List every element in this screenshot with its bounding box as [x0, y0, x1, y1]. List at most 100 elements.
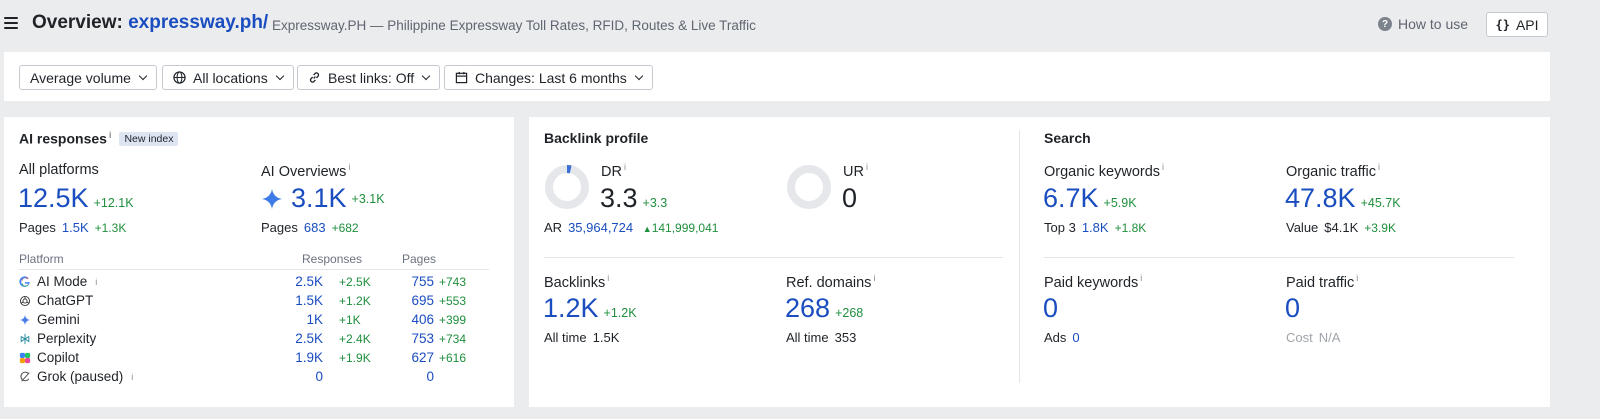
platform-row-gemini[interactable]: Gemini 1K +1K 406 +399 [19, 312, 499, 331]
organic-traffic-value: 47.8K [1285, 183, 1356, 213]
organic-traffic-delta: +45.7K [1360, 196, 1401, 210]
platform-label: Grok (paused) [37, 369, 124, 384]
info-icon[interactable]: i [1140, 273, 1142, 283]
pages-value[interactable]: 753 [411, 331, 434, 346]
paid-keywords-value[interactable]: 0 [1043, 293, 1058, 324]
pages-value[interactable]: 627 [411, 350, 434, 365]
pages-value[interactable]: 0 [426, 369, 434, 384]
platform-label: Copilot [37, 350, 80, 365]
info-icon[interactable]: i [624, 162, 626, 172]
backlinks-value: 1.2K [543, 293, 599, 323]
ar-value[interactable]: 35,964,724 [568, 220, 633, 235]
how-to-use-label: How to use [1398, 16, 1469, 32]
copilot-icon [19, 352, 31, 363]
all-platforms-value: 12.5K [18, 183, 89, 213]
link-icon [309, 72, 320, 83]
backlinks-metric[interactable]: 1.2K +1.2K [543, 293, 637, 324]
title-prefix: Overview: [32, 12, 123, 33]
organic-keywords-delta: +5.9K [1103, 196, 1137, 210]
ai-overviews-delta: +3.1K [351, 191, 385, 206]
responses-value[interactable]: 0 [315, 369, 323, 384]
platform-label: Perplexity [37, 331, 97, 346]
responses-value[interactable]: 2.5K [295, 274, 323, 289]
menu-hamburger-icon[interactable] [4, 17, 18, 29]
platform-row-perplexity[interactable]: Perplexity 2.5K +2.4K 753 +734 [19, 331, 499, 350]
responses-delta: +1K [339, 313, 361, 327]
paid-traffic-value[interactable]: 0 [1285, 293, 1300, 324]
organic-traffic-metric[interactable]: 47.8K +45.7K [1285, 183, 1401, 214]
pages-delta: +553 [439, 294, 467, 308]
organic-keywords-metric[interactable]: 6.7K +5.9K [1043, 183, 1137, 214]
info-icon[interactable]: i [866, 162, 868, 172]
info-icon[interactable]: i [131, 372, 133, 382]
title-domain-link[interactable]: expressway.ph/ [128, 12, 268, 33]
platform-row-grok[interactable]: Grok (paused) i 0 0 [19, 369, 499, 388]
platform-row-copilot[interactable]: Copilot 1.9K +1.9K 627 +616 [19, 350, 499, 369]
ur-value[interactable]: 0 [842, 183, 857, 214]
info-icon[interactable]: i [873, 273, 875, 283]
ref-domains-metric[interactable]: 268 +268 [785, 293, 863, 324]
info-icon[interactable]: i [1378, 162, 1380, 172]
platform-column-header: Platform [19, 252, 64, 266]
pages-value[interactable]: 695 [411, 293, 434, 308]
google-icon [19, 275, 30, 287]
how-to-use-link[interactable]: ? How to use [1378, 16, 1468, 32]
info-icon[interactable]: i [1356, 273, 1358, 283]
calendar-icon [455, 71, 468, 84]
pages-value[interactable]: 406 [411, 312, 434, 327]
responses-value[interactable]: 1.9K [295, 350, 323, 365]
best-links-filter-dropdown[interactable]: Best links: Off [297, 65, 441, 90]
info-icon[interactable]: i [109, 130, 112, 140]
all-platforms-metric[interactable]: 12.5K +12.1K [18, 183, 134, 214]
ai-overviews-sparkle-icon [261, 188, 283, 209]
grok-icon [20, 371, 30, 382]
cost-value: N/A [1318, 330, 1341, 345]
page-subtitle: Expressway.PH — Philippine Expressway To… [272, 18, 756, 33]
responses-value[interactable]: 1.5K [295, 293, 323, 308]
best-links-filter-label: Best links: Off [328, 69, 415, 86]
platform-row-chatgpt[interactable]: ChatGPT 1.5K +1.2K 695 +553 [19, 293, 499, 312]
info-icon[interactable]: i [607, 273, 609, 283]
ai-overviews-metric[interactable]: 3.1K +3.1K [261, 183, 385, 214]
ref-domains-label-text: Ref. domains [786, 274, 872, 291]
column-divider [1019, 130, 1020, 383]
api-button[interactable]: {} API [1486, 12, 1548, 37]
dr-metric[interactable]: 3.3 +3.3 [600, 183, 667, 214]
platform-row-ai-mode[interactable]: AI Mode i 2.5K +2.5K 755 +743 [19, 274, 499, 293]
pages-value[interactable]: 755 [411, 274, 434, 289]
section-divider [1044, 257, 1514, 258]
top3-value[interactable]: 1.8K [1082, 220, 1109, 235]
pages-delta: +734 [439, 332, 467, 346]
alltime-value: 1.5K [592, 330, 620, 345]
organic-keywords-label-text: Organic keywords [1044, 163, 1161, 180]
volume-filter-dropdown[interactable]: Average volume [19, 65, 157, 90]
pages-value[interactable]: 683 [304, 220, 326, 235]
all-platforms-delta: +12.1K [93, 196, 134, 210]
volume-filter-label: Average volume [30, 69, 131, 86]
api-label: API [1515, 16, 1539, 33]
chevron-down-icon [634, 71, 644, 81]
ref-domains-delta: +268 [835, 306, 864, 320]
ads-value[interactable]: 0 [1072, 330, 1079, 345]
info-icon[interactable]: i [95, 277, 97, 287]
dr-gauge [545, 165, 589, 209]
pages-value[interactable]: 1.5K [62, 220, 89, 235]
paid-keywords-label: Paid keywords i [1044, 273, 1142, 291]
info-icon[interactable]: i [348, 162, 350, 172]
ai-responses-title: AI responses i New index [19, 130, 179, 147]
platform-name: Grok (paused) i [19, 369, 133, 384]
responses-delta: +2.5K [339, 275, 371, 289]
locations-filter-dropdown[interactable]: All locations [162, 65, 294, 90]
info-icon[interactable]: i [1162, 162, 1164, 172]
responses-value[interactable]: 2.5K [295, 331, 323, 346]
ai-overviews-label: AI Overviews i [261, 162, 350, 180]
organic-keywords-value: 6.7K [1043, 183, 1099, 213]
backlinks-label-text: Backlinks [544, 274, 606, 291]
ur-label-text: UR [843, 163, 864, 180]
platform-label: AI Mode [37, 274, 88, 289]
dr-label-text: DR [601, 163, 622, 180]
responses-value[interactable]: 1K [306, 312, 323, 327]
changes-filter-dropdown[interactable]: Changes: Last 6 months [444, 65, 653, 90]
perplexity-icon [20, 333, 30, 344]
paid-traffic-label: Paid traffic i [1286, 273, 1358, 291]
